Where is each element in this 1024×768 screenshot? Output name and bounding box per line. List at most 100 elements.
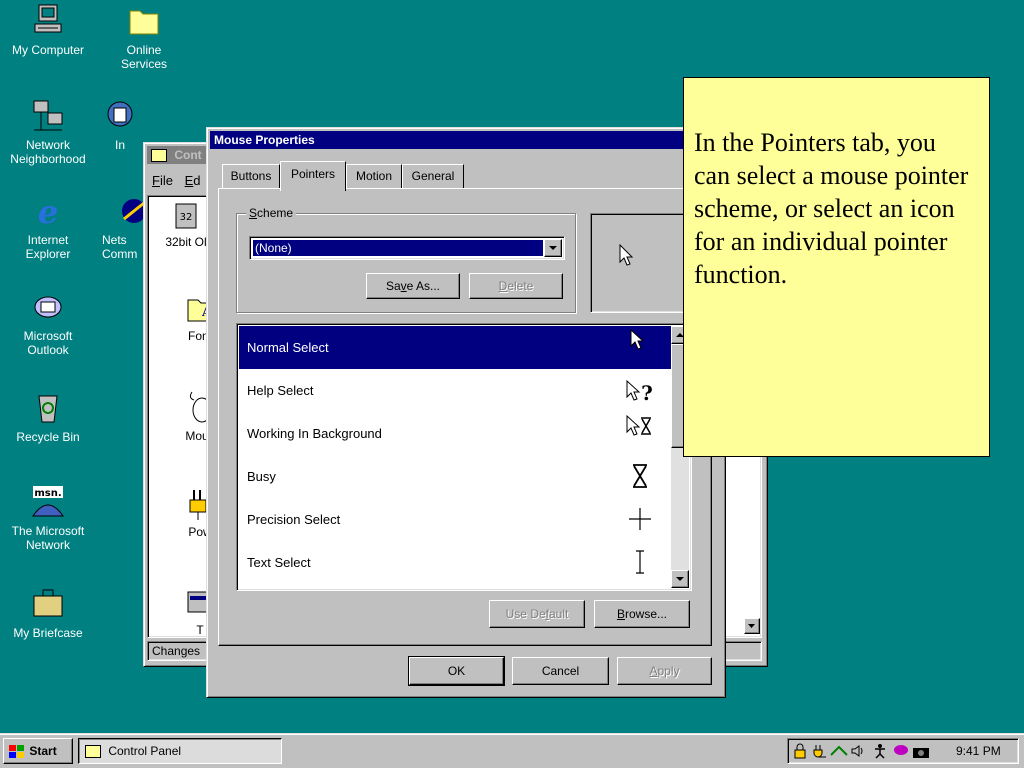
netscape-icon — [122, 199, 144, 223]
mnemonic-letter: D — [498, 279, 508, 293]
control-panel-menubar: File Ed — [152, 173, 201, 188]
desktop-icon-label: Online Services — [120, 43, 167, 71]
scheme-dropdown[interactable]: (None) — [249, 236, 565, 260]
menu-edit[interactable]: Ed — [185, 173, 201, 188]
mnemonic-letter: F — [152, 173, 160, 188]
scheme-dropdown-button[interactable] — [544, 239, 562, 257]
msn-icon: msn. — [32, 486, 64, 517]
pointer-row-precision-select[interactable]: Precision Select — [239, 498, 671, 541]
outlook-icon — [34, 296, 62, 318]
desktop-icon-label: Internet Explorer — [25, 233, 71, 261]
desktop-icon-label: Nets Comm — [102, 233, 138, 261]
browse-button[interactable]: Browse... — [594, 600, 690, 628]
cp-item-label: T — [196, 623, 204, 634]
browse-label: Browse... — [616, 607, 668, 621]
clock[interactable]: 9:41 PM — [956, 743, 1001, 759]
mnemonic-letter: E — [184, 173, 194, 188]
cp-scroll-down-button[interactable] — [744, 618, 760, 634]
mnemonic-letter: v — [400, 279, 407, 293]
start-button[interactable]: Start — [3, 738, 73, 764]
desktop-icon-recycle-bin[interactable]: Recycle Bin — [0, 390, 96, 444]
annotation-text: In the Pointers tab, you can select a mo… — [694, 128, 969, 289]
odbc-icon: 32 — [175, 203, 197, 229]
scheme-group-label: Scheme — [246, 206, 297, 220]
svg-text:msn.: msn. — [34, 488, 61, 499]
ibeam-icon — [636, 550, 644, 574]
desktop-icon-label: Network Neighborhood — [10, 138, 86, 166]
scheme-selected-value: (None) — [252, 239, 544, 257]
accessibility-icon[interactable] — [872, 743, 888, 759]
pointer-list[interactable]: Normal Select Help Select ? Working In B… — [236, 323, 692, 591]
desktop-icon-netscape[interactable]: Nets Comm — [96, 193, 144, 261]
arrow-down-icon — [676, 577, 684, 581]
pointer-row-normal-select[interactable]: Normal Select — [239, 326, 671, 369]
system-tray: 9:41 PM — [787, 738, 1019, 764]
save-as-button[interactable]: Save As... — [366, 273, 460, 299]
control-panel-title: Cont — [174, 148, 202, 162]
desktop-icon-label: Recycle Bin — [16, 430, 80, 444]
mouse-properties-titlebar[interactable]: Mouse Properties — [210, 131, 722, 149]
pointer-row-help-select[interactable]: Help Select ? — [239, 369, 671, 412]
hourglass-icon — [633, 464, 647, 488]
pointer-row-label: Busy — [247, 469, 276, 484]
pointer-row-text-select[interactable]: Text Select — [239, 541, 671, 584]
inbox-icon — [107, 101, 133, 127]
tab-buttons[interactable]: Buttons — [222, 164, 280, 188]
taskbar-button-control-panel[interactable]: Control Panel — [78, 738, 282, 764]
delete-button[interactable]: Delete — [469, 273, 563, 299]
menu-file[interactable]: File — [152, 173, 173, 188]
pointer-row-label: Working In Background — [247, 426, 382, 441]
annotation-note: In the Pointers tab, you can select a mo… — [683, 77, 990, 457]
desktop-icon-label: Microsoft Outlook — [23, 329, 73, 357]
control-panel-task-icon — [85, 745, 101, 759]
pointer-row-working-in-background[interactable]: Working In Background — [239, 412, 671, 455]
speaker-icon[interactable] — [850, 743, 866, 759]
status-text: Changes — [152, 644, 201, 658]
camera-icon[interactable] — [912, 743, 930, 759]
svg-text:32: 32 — [180, 212, 193, 223]
desktop-icon-microsoft-network[interactable]: msn. The Microsoft Network — [0, 484, 96, 552]
apply-button[interactable]: Apply — [617, 657, 712, 685]
desktop-icon-label: The Microsoft Network — [11, 524, 85, 552]
working-pointer-icon — [626, 414, 651, 436]
desktop-icon-my-computer[interactable]: My Computer — [0, 3, 96, 57]
plug-icon[interactable] — [812, 743, 828, 759]
apply-label: Apply — [649, 664, 680, 678]
pointer-row-label: Text Select — [247, 555, 311, 570]
desktop-icon-my-briefcase[interactable]: My Briefcase — [0, 586, 96, 640]
desktop-icon-inbox[interactable]: In — [96, 98, 144, 152]
tab-label: Motion — [355, 169, 393, 183]
crosshair-icon — [629, 508, 651, 530]
pointer-row-label: Precision Select — [247, 512, 341, 527]
my-computer-icon — [34, 4, 62, 33]
ok-button[interactable]: OK — [408, 656, 505, 686]
svg-text:?: ? — [641, 381, 653, 405]
pointer-row-busy[interactable]: Busy — [239, 455, 671, 498]
cancel-button[interactable]: Cancel — [512, 657, 609, 685]
tab-motion[interactable]: Motion — [346, 164, 402, 188]
desktop-icon-network-neighborhood[interactable]: Network Neighborhood — [0, 98, 96, 166]
desktop-icon-online-services[interactable]: Online Services — [96, 3, 192, 71]
scheme-label: Scheme — [249, 206, 294, 220]
lock-icon[interactable] — [792, 743, 808, 759]
svg-text:e: e — [38, 193, 58, 229]
taskbar: Start Control Panel 9:41 PM — [0, 733, 1024, 768]
task-label: Control Panel — [108, 744, 182, 758]
tab-general[interactable]: General — [402, 164, 464, 188]
desktop-icon-label: In — [114, 138, 125, 152]
internet-explorer-icon: e — [38, 193, 58, 229]
tab-pointers[interactable]: Pointers — [280, 161, 346, 191]
pointer-row-label: Normal Select — [247, 340, 329, 355]
chat-icon[interactable] — [892, 743, 910, 759]
tab-label: Pointers — [290, 167, 336, 181]
desktop-icon-internet-explorer[interactable]: e Internet Explorer — [0, 193, 96, 261]
desktop-icon-microsoft-outlook[interactable]: Microsoft Outlook — [0, 289, 96, 357]
dialog-title: Mouse Properties — [214, 133, 315, 147]
arrow-pointer-icon — [630, 328, 645, 350]
delete-label: Delete — [498, 279, 534, 293]
network-tray-icon[interactable] — [830, 743, 848, 759]
mnemonic-letter: A — [649, 664, 658, 678]
use-default-button[interactable]: Use Default — [489, 600, 585, 628]
use-default-label: Use Default — [505, 607, 569, 621]
scroll-down-button[interactable] — [671, 570, 689, 588]
